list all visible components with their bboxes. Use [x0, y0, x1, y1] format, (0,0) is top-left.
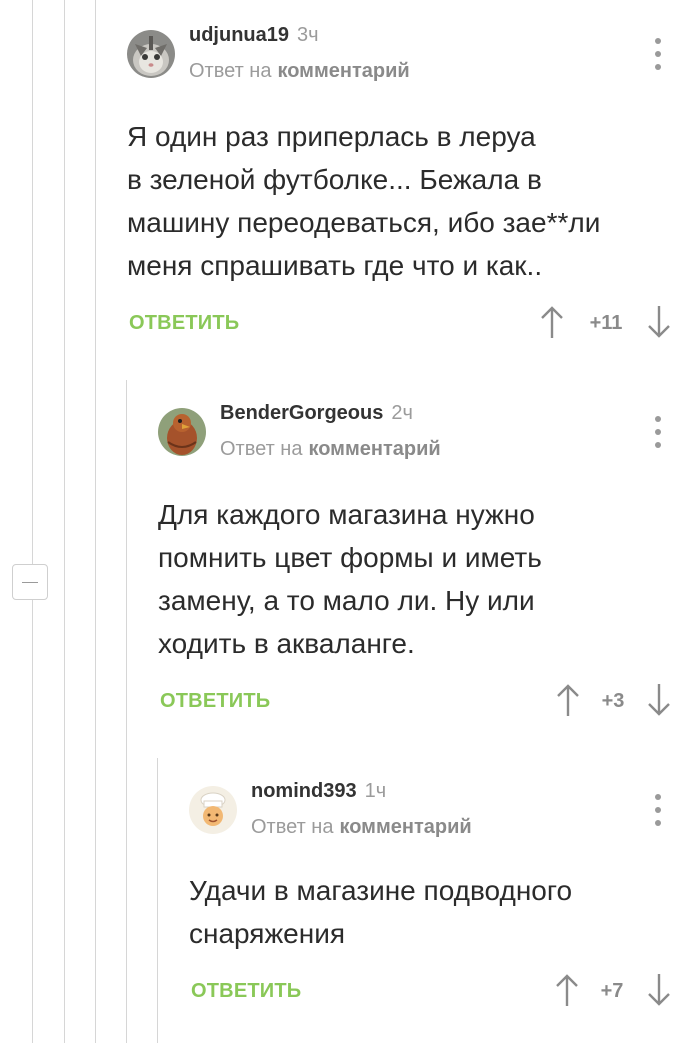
comment-line: снаряжения [189, 918, 346, 949]
more-vertical-icon[interactable] [654, 794, 662, 826]
comment-actions: ОТВЕТИТЬ +7 [189, 972, 673, 1012]
cat-avatar-icon[interactable] [127, 30, 175, 78]
comment-time: 2ч [391, 402, 413, 424]
comment-body: Для каждого магазина нужно помнить цвет … [158, 493, 673, 665]
comment-author[interactable]: BenderGorgeous [220, 402, 383, 424]
thread-line-level-2 [95, 0, 96, 1043]
thread-line-level-3 [126, 380, 127, 1043]
comment-udjunua19: udjunua19 3ч Ответ на комментарий Я один р… [127, 24, 673, 354]
comment-line: ходить в акваланге. [158, 628, 415, 659]
arrow-down-icon[interactable] [646, 682, 672, 718]
comment-time: 3ч [297, 24, 319, 46]
comment-line: Удачи в магазине подводного [189, 875, 573, 906]
comment-header: nomind393 1ч [251, 780, 386, 803]
comment-line: меня спрашивать где что и как.. [127, 250, 543, 281]
reply-to-comment-link[interactable]: комментарий [277, 60, 409, 82]
collapse-thread-icon[interactable] [12, 564, 48, 600]
comment-line: Для каждого магазина нужно [158, 499, 535, 530]
more-vertical-icon[interactable] [654, 416, 662, 448]
comment-actions: ОТВЕТИТЬ +11 [127, 304, 673, 344]
comment-author[interactable]: udjunua19 [189, 24, 289, 46]
comment-time: 1ч [364, 780, 387, 802]
reply-to-prefix: Ответ на [220, 438, 303, 460]
arrow-up-icon[interactable] [554, 972, 580, 1008]
reply-to-prefix: Ответ на [189, 60, 272, 82]
arrow-up-icon[interactable] [539, 304, 565, 340]
reply-to-line: Ответ на комментарий [220, 438, 441, 461]
reply-button[interactable]: ОТВЕТИТЬ [129, 312, 239, 335]
comment-rating: +11 [589, 312, 623, 334]
arrow-up-icon[interactable] [555, 682, 581, 718]
comment-body: Удачи в магазине подводного снаряжения [189, 869, 673, 955]
comment-header: udjunua19 3ч [189, 24, 319, 47]
comment-line: Я один раз приперлась в леруа [127, 121, 536, 152]
arrow-down-icon[interactable] [646, 972, 672, 1008]
comment-rating: +7 [600, 980, 624, 1002]
comment-bendergorgeous: BenderGorgeous 2ч Ответ на комментарий Для… [158, 402, 673, 732]
reply-to-line: Ответ на комментарий [189, 60, 410, 83]
chef-avatar-icon[interactable] [189, 786, 237, 834]
comment-line: в зеленой футболке... Бежала в [127, 164, 542, 195]
comment-nomind393: nomind393 1ч Ответ на комментарий Удачи в … [189, 780, 673, 1020]
comment-author[interactable]: nomind393 [251, 780, 357, 802]
arrow-down-icon[interactable] [646, 304, 672, 340]
reply-to-comment-link[interactable]: комментарий [339, 816, 471, 838]
reply-button[interactable]: ОТВЕТИТЬ [160, 690, 270, 713]
thread-line-level-1 [64, 0, 65, 1043]
comment-line: замену, а то мало ли. Ну или [158, 585, 535, 616]
thread-line-outer [32, 0, 33, 1043]
more-vertical-icon[interactable] [654, 38, 662, 70]
comment-line: помнить цвет формы и иметь [158, 542, 542, 573]
comment-actions: ОТВЕТИТЬ +3 [158, 682, 673, 722]
thread-line-level-4 [157, 758, 158, 1043]
comment-header: BenderGorgeous 2ч [220, 402, 413, 425]
reply-to-prefix: Ответ на [251, 816, 334, 838]
reply-to-comment-link[interactable]: комментарий [308, 438, 440, 460]
comment-rating: +3 [601, 690, 625, 712]
comment-body: Я один раз приперлась в леруа в зеленой … [127, 115, 673, 287]
reply-to-line: Ответ на комментарий [251, 816, 472, 839]
reply-button[interactable]: ОТВЕТИТЬ [191, 980, 301, 1003]
comment-line: машину переодеваться, ибо зае**ли [127, 207, 601, 238]
bird-avatar-icon[interactable] [158, 408, 206, 456]
